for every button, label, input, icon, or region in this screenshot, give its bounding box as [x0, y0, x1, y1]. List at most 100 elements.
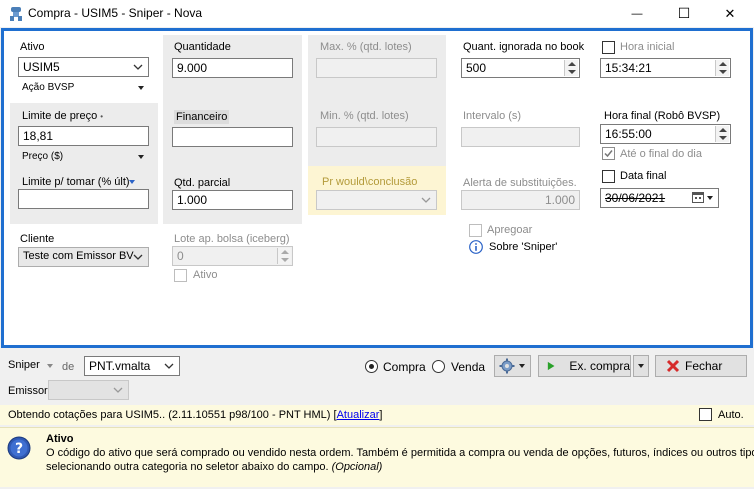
intervalo-input[interactable] [461, 127, 580, 147]
status-text: Obtendo cotações para USIM5.. (2.11.1055… [8, 409, 382, 421]
hora-inicial-spinner[interactable] [715, 60, 729, 76]
calendar-icon[interactable] [692, 191, 704, 203]
hora-final-spinner[interactable] [715, 126, 729, 142]
hora-inicial-checkbox[interactable] [602, 41, 615, 54]
status-link-close: ] [379, 409, 383, 421]
ex-compra-button[interactable]: Ex. compra [538, 355, 631, 377]
fechar-button[interactable]: Fechar [655, 355, 747, 377]
intervalo-label: Intervalo (s) [463, 110, 522, 122]
hora-final-value: 16:55:00 [605, 127, 652, 141]
financeiro-input[interactable] [172, 127, 293, 147]
emissor-label: Emissor [8, 385, 48, 397]
de-label: de [62, 361, 75, 373]
cliente-select[interactable]: Teste com Emissor BV [18, 247, 149, 267]
compra-radio[interactable] [365, 360, 378, 373]
auto-label: Auto. [718, 409, 744, 421]
min-pct-input[interactable] [316, 127, 437, 147]
app-icon [8, 6, 24, 22]
data-final-label: Data final [620, 170, 667, 182]
limite-tomar-dropdown-icon[interactable] [129, 180, 135, 184]
limite-tomar-label: Limite p/ tomar (% últ) [22, 176, 130, 188]
maximize-icon: ☐ [677, 5, 691, 21]
ativo-type-arrow-icon[interactable] [138, 86, 144, 90]
limite-preco-value: 18,81 [23, 129, 54, 143]
hora-inicial-input[interactable]: 15:34:21 [600, 58, 731, 78]
play-icon [547, 361, 555, 371]
quant-ignorada-input[interactable]: 500 [461, 58, 580, 78]
venda-label: Venda [451, 360, 486, 374]
limite-preco-label-text: Limite de preço [22, 110, 98, 122]
max-pct-input[interactable] [316, 58, 437, 78]
lote-ativo-checkbox[interactable] [174, 269, 187, 282]
apregoar-checkbox[interactable] [469, 224, 482, 237]
alerta-subst-input[interactable]: 1.000 [461, 190, 580, 210]
quantidade-value: 9.000 [177, 61, 208, 75]
minimize-icon: — [631, 7, 643, 20]
qtd-parcial-value: 1.000 [177, 193, 208, 207]
qtd-parcial-label: Qtd. parcial [174, 177, 231, 189]
checkmark-icon [604, 150, 613, 158]
ativo-type-select[interactable]: Ação BVSP [22, 82, 74, 93]
limite-preco-unit-select[interactable]: Preço ($) [22, 151, 63, 162]
cliente-value: Teste com Emissor BV [23, 250, 134, 262]
quant-ignorada-spinner[interactable] [564, 60, 578, 76]
quantidade-input[interactable]: 9.000 [172, 58, 293, 78]
help-optional: (Opcional) [331, 461, 383, 473]
info-icon[interactable] [469, 240, 483, 254]
alerta-subst-value: 1.000 [544, 193, 575, 207]
quant-ignorada-value: 500 [466, 61, 487, 75]
data-final-arrow-icon[interactable] [707, 196, 713, 200]
chevron-down-icon [638, 364, 644, 368]
ex-compra-label: Ex. compra [569, 359, 630, 373]
sniper-dropdown-icon[interactable] [47, 364, 53, 368]
settings-button[interactable] [494, 355, 531, 377]
limite-preco-input[interactable]: 18,81 [18, 126, 149, 146]
lote-ativo-label: Ativo [193, 269, 218, 281]
atualizar-link[interactable]: Atualizar [337, 409, 380, 421]
sobre-sniper-link[interactable]: Sobre 'Sniper' [489, 241, 557, 253]
ate-final-dia-checkbox[interactable] [602, 147, 615, 160]
close-window-button[interactable]: ✕ [707, 0, 753, 27]
settings-dropdown-icon [519, 364, 525, 368]
financeiro-label: Financeiro [174, 110, 230, 124]
minimize-button[interactable]: — [614, 0, 660, 27]
data-final-checkbox[interactable] [602, 170, 615, 183]
chevron-down-icon [113, 387, 123, 393]
emissor-select[interactable] [48, 380, 129, 400]
lote-ap-bolsa-value: 0 [177, 249, 184, 263]
cliente-label: Cliente [20, 233, 55, 245]
strategy-select[interactable]: PNT.vmalta [84, 356, 180, 376]
chevron-down-icon [164, 363, 174, 369]
min-pct-label: Min. % (qtd. lotes) [320, 110, 409, 122]
lote-ap-bolsa-input[interactable]: 0 [172, 246, 293, 266]
lote-ap-bolsa-spinner[interactable] [277, 248, 291, 264]
gear-icon [499, 358, 515, 374]
alerta-subst-label: Alerta de substituições. [463, 177, 577, 189]
limite-tomar-label-text: Limite p/ tomar (% últ) [22, 176, 130, 188]
limite-preco-marker-icon: • [100, 112, 104, 121]
help-body-line2-text: selecionando outra categoria no seletor … [46, 461, 329, 473]
auto-checkbox[interactable] [699, 408, 712, 421]
limite-preco-unit-arrow-icon[interactable] [138, 155, 144, 159]
quant-ignorada-label: Quant. ignorada no book [463, 41, 585, 53]
pr-would-label: Pr would\conclusão [322, 176, 418, 188]
chevron-down-icon [133, 254, 143, 260]
ativo-label: Ativo [20, 41, 45, 53]
status-message: Obtendo cotações para USIM5.. (2.11.1055… [8, 409, 331, 421]
maximize-button[interactable]: ☐ [661, 0, 707, 27]
strategy-value: PNT.vmalta [89, 359, 151, 373]
ate-final-dia-label: Até o final do dia [620, 148, 702, 160]
hora-final-input[interactable]: 16:55:00 [600, 124, 731, 144]
max-pct-label: Max. % (qtd. lotes) [320, 41, 412, 53]
qtd-parcial-input[interactable]: 1.000 [172, 190, 293, 210]
limite-preco-label: Limite de preço • [22, 110, 103, 122]
lote-ap-bolsa-label: Lote ap. bolsa (iceberg) [174, 233, 290, 245]
pr-would-select[interactable] [316, 190, 437, 210]
limite-preco-unit-value: Preço ($) [22, 151, 64, 162]
venda-radio[interactable] [432, 360, 445, 373]
ex-compra-dropdown-button[interactable] [633, 355, 649, 377]
limite-tomar-input[interactable] [18, 189, 149, 209]
ativo-input[interactable]: USIM5 [18, 57, 149, 77]
hora-inicial-label: Hora inicial [620, 41, 675, 53]
hora-final-label: Hora final (Robô BVSP) [604, 110, 721, 122]
